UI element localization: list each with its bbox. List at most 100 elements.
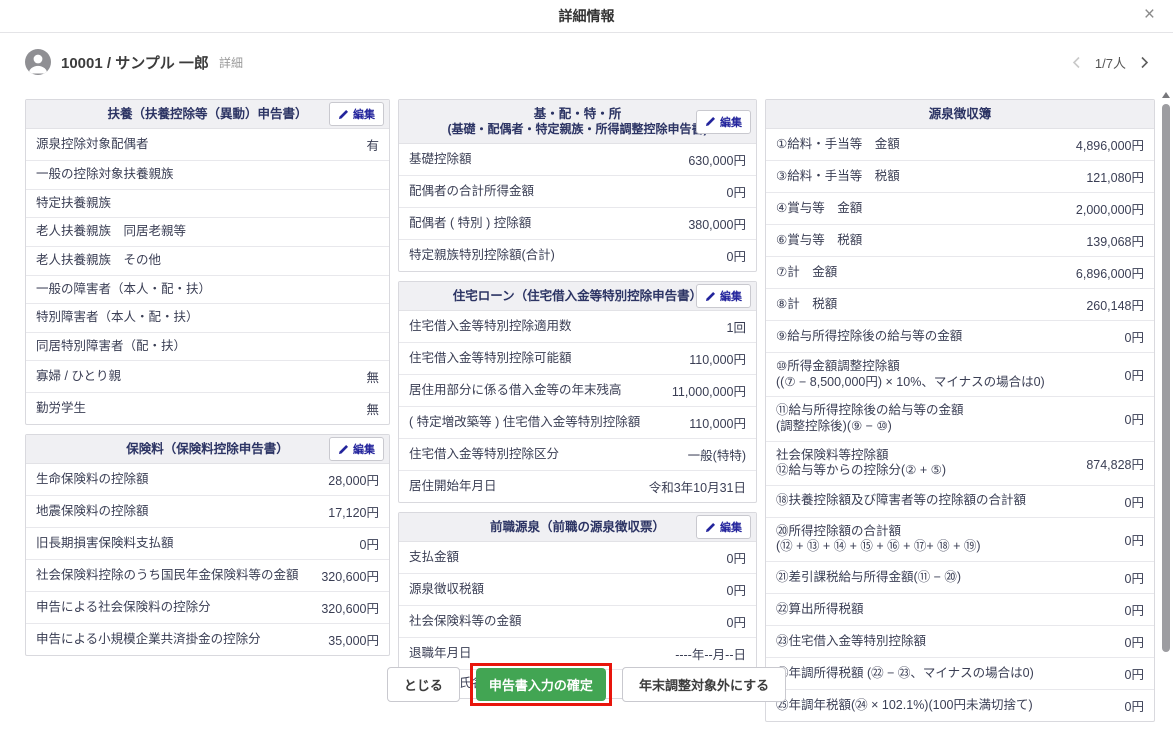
table-row: 配偶者の合計所得金額0円 [399, 175, 756, 207]
table-ki-hai-toku-sho: 基・配・特・所(基礎・配偶者・特定親族・所得調整控除申告書)編集基礎控除額630… [398, 99, 757, 272]
scrollbar[interactable] [1161, 88, 1171, 720]
edit-button[interactable]: 編集 [329, 437, 384, 461]
table-row: 住宅借入金等特別控除可能額 110,000円 [399, 342, 756, 374]
row-value: 0円 [1125, 327, 1144, 346]
table-header: 住宅ローン（住宅借入金等特別控除申告書）編集 [399, 282, 756, 311]
row-label: 寡婦 / ひとり親 [36, 369, 121, 385]
table-row: ①給料・手当等 金額4,896,000円 [766, 129, 1154, 160]
table-row: 住宅借入金等特別控除適用数 1回 [399, 311, 756, 342]
footer: とじる 申告書入力の確定 年末調整対象外にする [0, 663, 1173, 706]
table-row: ⑦計 金額6,896,000円 [766, 256, 1154, 288]
pencil-icon [705, 522, 716, 533]
row-value: 0円 [727, 548, 746, 567]
row-label: ㉑差引課税給与所得金額(⑪ − ⑳) [776, 570, 961, 586]
table-header: 扶養（扶養控除等（異動）申告書）編集 [26, 100, 389, 129]
table-row: 源泉控除対象配偶者 有 [26, 129, 389, 160]
table-subtitle: (基礎・配偶者・特定親族・所得調整控除申告書) [443, 122, 712, 137]
close-icon[interactable]: × [1144, 5, 1155, 24]
row-label: 老人扶養親族 同居老親等 [36, 224, 186, 240]
table-gensen-choshubo: 源泉徴収簿①給料・手当等 金額4,896,000円③給料・手当等 税額121,0… [765, 99, 1155, 722]
row-value: 35,000円 [328, 630, 379, 649]
edit-button[interactable]: 編集 [329, 102, 384, 126]
edit-button[interactable]: 編集 [696, 515, 751, 539]
table-header: 基・配・特・所(基礎・配偶者・特定親族・所得調整控除申告書)編集 [399, 100, 756, 144]
table-row: 特定扶養親族 [26, 189, 389, 218]
scroll-up-arrow-icon[interactable] [1162, 92, 1170, 98]
row-label: 社会保険料等控除額 ⑫給与等からの控除分(② + ⑤) [776, 448, 946, 479]
table-title: 基・配・特・所 [443, 106, 712, 122]
table-row: 申告による小規模企業共済掛金の控除分35,000円 [26, 623, 389, 655]
subheader: 10001 / サンプル 一郎 詳細 1/7人 [0, 33, 1173, 87]
row-label: 勤労学生 [36, 401, 86, 417]
table-row: ⑳所得控除額の合計額 (⑫ + ⑬ + ⑭ + ⑮ + ⑯ + ⑰+ ⑱ + ⑲… [766, 517, 1154, 561]
exclude-year-end-adjustment-button[interactable]: 年末調整対象外にする [622, 667, 786, 702]
pager-next-icon[interactable] [1140, 56, 1149, 69]
row-value: ----年--月--日 [675, 644, 746, 663]
table-row: ⑨給与所得控除後の給与等の金額0円 [766, 320, 1154, 352]
row-value: 110,000円 [689, 349, 746, 368]
row-label: 地震保険料の控除額 [36, 504, 149, 520]
scrollbar-thumb[interactable] [1162, 104, 1170, 652]
content: 扶養（扶養控除等（異動）申告書）編集源泉控除対象配偶者有一般の控除対象扶養親族特… [0, 87, 1173, 731]
row-label: 生命保険料の控除額 [36, 472, 149, 488]
row-label: 特定扶養親族 [36, 196, 111, 212]
table-row: ⑧計 税額 260,148円 [766, 288, 1154, 320]
row-value: 110,000円 [689, 413, 746, 432]
row-value: 0円 [1125, 632, 1144, 651]
table-title: 前職源泉（前職の源泉徴収票） [443, 519, 712, 535]
employee-detail-link[interactable]: 詳細 [219, 54, 243, 71]
close-button[interactable]: とじる [387, 667, 460, 702]
content-column-middle: 基・配・特・所(基礎・配偶者・特定親族・所得調整控除申告書)編集基礎控除額630… [398, 99, 757, 708]
row-label: 同居特別障害者（配・扶） [36, 339, 186, 355]
table-row: 居住開始年月日令和3年10月31日 [399, 470, 756, 502]
table-row: ⑩所得金額調整控除額 ((⑦ − 8,500,000円) × 10%、マイナスの… [766, 352, 1154, 396]
row-value: 6,896,000円 [1076, 263, 1144, 282]
employee-name: 10001 / サンプル 一郎 [61, 52, 209, 73]
modal-title: 詳細情報 [559, 6, 615, 26]
table-row: 社会保険料控除のうち国民年金保険料等の金額320,600円 [26, 559, 389, 591]
pager-count: 1/7人 [1095, 53, 1126, 72]
row-label: ( 特定増改築等 ) 住宅借入金等特別控除額 [409, 415, 640, 431]
row-value: 0円 [1125, 600, 1144, 619]
row-value: 0円 [727, 246, 746, 265]
table-row: 老人扶養親族 同居老親等 [26, 217, 389, 246]
table-row: ㉑差引課税給与所得金額(⑪ − ⑳) 0円 [766, 561, 1154, 593]
row-value: 0円 [727, 182, 746, 201]
pager-prev-icon[interactable] [1072, 56, 1081, 69]
table-row: ③給料・手当等 税額121,080円 [766, 160, 1154, 192]
row-value: 874,828円 [1086, 454, 1144, 473]
row-value: 0円 [1125, 568, 1144, 587]
row-value: 0円 [360, 534, 379, 553]
pencil-icon [705, 116, 716, 127]
table-row: 生命保険料の控除額28,000円 [26, 464, 389, 495]
table-title: 扶養（扶養控除等（異動）申告書） [70, 106, 345, 122]
row-value: 260,148円 [1086, 295, 1144, 314]
row-value: 11,000,000円 [672, 381, 746, 400]
edit-button[interactable]: 編集 [696, 284, 751, 308]
row-label: 住宅借入金等特別控除可能額 [409, 351, 572, 367]
table-row: 勤労学生無 [26, 392, 389, 424]
table-row: 居住用部分に係る借入金等の年末残高11,000,000円 [399, 374, 756, 406]
table-row: ⑥賞与等 税額139,068円 [766, 224, 1154, 256]
row-label: 居住開始年月日 [409, 479, 497, 495]
row-label: 基礎控除額 [409, 152, 472, 168]
row-label: 一般の控除対象扶養親族 [36, 167, 174, 183]
row-label: ⑧計 税額 [776, 297, 837, 313]
row-label: 源泉控除対象配偶者 [36, 137, 149, 153]
row-value: 一般(特特) [688, 445, 746, 464]
row-value: 121,080円 [1086, 167, 1144, 186]
edit-button[interactable]: 編集 [696, 110, 751, 134]
table-row: 支払金額0円 [399, 542, 756, 573]
edit-button-label: 編集 [720, 288, 742, 304]
row-label: ⑱扶養控除額及び障害者等の控除額の合計額 [776, 493, 1026, 509]
row-label: ①給料・手当等 金額 [776, 137, 900, 153]
row-label: 源泉徴収税額 [409, 582, 484, 598]
row-value: 有 [366, 135, 379, 154]
table-row: 一般の障害者（本人・配・扶） [26, 275, 389, 304]
table-row: 社会保険料等の金額0円 [399, 605, 756, 637]
row-value: 1回 [727, 317, 746, 336]
confirm-declaration-button[interactable]: 申告書入力の確定 [476, 668, 606, 701]
row-label: 住宅借入金等特別控除適用数 [409, 319, 572, 335]
row-label: ④賞与等 金額 [776, 201, 862, 217]
row-value: 2,000,000円 [1076, 199, 1144, 218]
